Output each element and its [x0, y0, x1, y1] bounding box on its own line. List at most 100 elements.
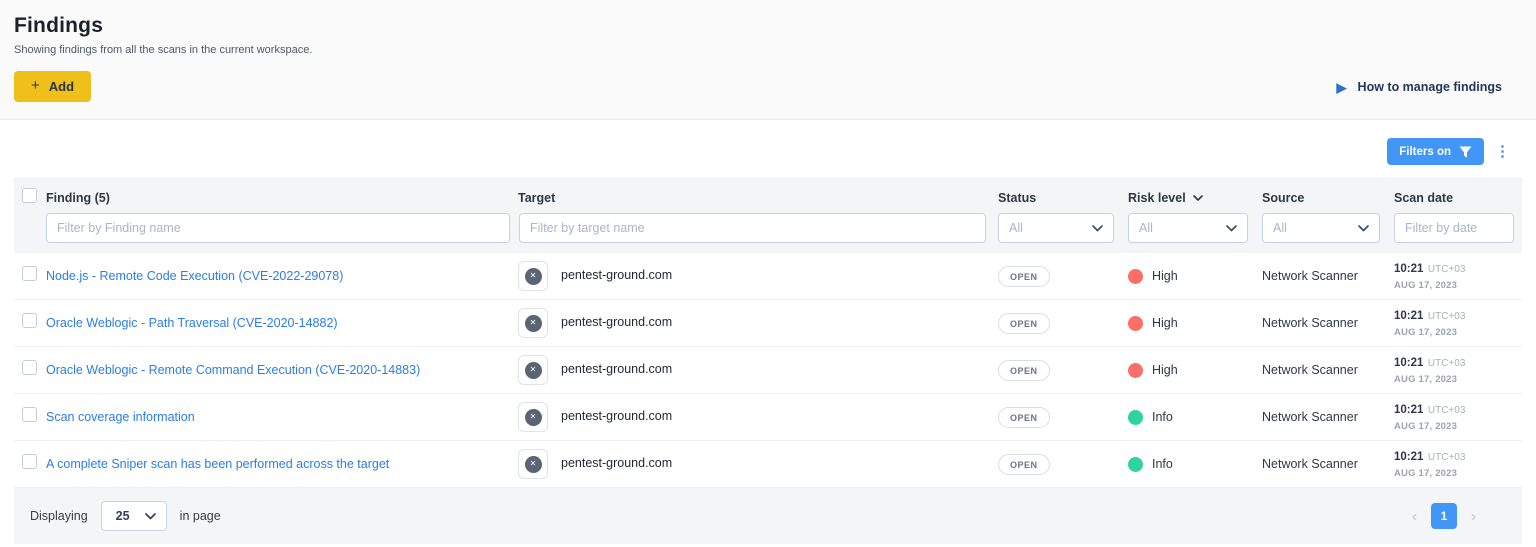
- filters-on-button[interactable]: Filters on: [1387, 138, 1484, 165]
- row-checkbox[interactable]: [22, 454, 37, 469]
- current-page-button[interactable]: 1: [1431, 503, 1457, 529]
- status-badge: OPEN: [998, 454, 1050, 475]
- scan-time: 10:21 UTC+03: [1394, 448, 1522, 465]
- findings-page: Findings Showing findings from all the s…: [0, 0, 1536, 547]
- scan-date: AUG 17, 2023: [1394, 325, 1522, 340]
- scan-date: AUG 17, 2023: [1394, 278, 1522, 293]
- column-header-finding: Finding (5): [46, 191, 110, 205]
- table-options-kebab-icon[interactable]: ⋮: [1491, 141, 1514, 163]
- source-filter-value: All: [1273, 221, 1287, 235]
- target-favicon-icon[interactable]: ✕: [518, 355, 548, 385]
- next-page-icon[interactable]: ›: [1471, 509, 1476, 524]
- target-name: pentest-ground.com: [561, 315, 672, 329]
- scan-date-filter-input[interactable]: [1394, 213, 1514, 243]
- add-button-label: Add: [49, 79, 74, 94]
- favicon-x-icon: ✕: [525, 456, 542, 473]
- target-filter-input[interactable]: [519, 213, 986, 243]
- favicon-x-icon: ✕: [525, 268, 542, 285]
- target-favicon-icon[interactable]: ✕: [518, 261, 548, 291]
- target-name: pentest-ground.com: [561, 409, 672, 423]
- source-filter-select[interactable]: All: [1262, 213, 1380, 243]
- column-header-source: Source: [1262, 191, 1304, 205]
- column-header-status: Status: [998, 191, 1036, 205]
- source-label: Network Scanner: [1262, 410, 1358, 424]
- help-link-label: How to manage findings: [1358, 80, 1502, 94]
- finding-link[interactable]: Oracle Weblogic - Remote Command Executi…: [46, 363, 420, 377]
- target-favicon-icon[interactable]: ✕: [518, 402, 548, 432]
- finding-link[interactable]: Oracle Weblogic - Path Traversal (CVE-20…: [46, 316, 338, 330]
- risk-level-dot: [1128, 457, 1143, 472]
- table-row: Scan coverage information ✕ pentest-grou…: [14, 394, 1522, 441]
- page-size-select[interactable]: 25: [101, 501, 167, 531]
- row-checkbox[interactable]: [22, 360, 37, 375]
- status-badge: OPEN: [998, 407, 1050, 428]
- select-all-checkbox[interactable]: [22, 188, 37, 203]
- in-page-label: in page: [180, 509, 221, 523]
- risk-level-dot: [1128, 316, 1143, 331]
- favicon-x-icon: ✕: [525, 409, 542, 426]
- status-filter-value: All: [1009, 221, 1023, 235]
- finding-filter-input[interactable]: [46, 213, 510, 243]
- chevron-down-icon: [1226, 225, 1237, 232]
- risk-level-label: High: [1152, 316, 1178, 330]
- table-toolbar: Filters on ⋮: [0, 120, 1536, 177]
- row-checkbox[interactable]: [22, 266, 37, 281]
- source-label: Network Scanner: [1262, 269, 1358, 283]
- filter-funnel-icon: [1459, 146, 1472, 158]
- source-label: Network Scanner: [1262, 363, 1358, 377]
- prev-page-icon[interactable]: ‹: [1412, 509, 1417, 524]
- scan-time: 10:21 UTC+03: [1394, 307, 1522, 324]
- scan-date: AUG 17, 2023: [1394, 372, 1522, 387]
- add-finding-button[interactable]: + Add: [14, 71, 91, 102]
- table-row: A complete Sniper scan has been performe…: [14, 441, 1522, 488]
- risk-level-dot: [1128, 363, 1143, 378]
- page-size-value: 25: [116, 509, 130, 523]
- risk-level-label: Info: [1152, 457, 1173, 471]
- favicon-x-icon: ✕: [525, 315, 542, 332]
- risk-level-label: Info: [1152, 410, 1173, 424]
- pagination: ‹ 1 ›: [1412, 503, 1506, 529]
- risk-level-filter-select[interactable]: All: [1128, 213, 1248, 243]
- table-row: Node.js - Remote Code Execution (CVE-202…: [14, 253, 1522, 300]
- risk-level-dot: [1128, 269, 1143, 284]
- status-filter-select[interactable]: All: [998, 213, 1114, 243]
- risk-filter-value: All: [1139, 221, 1153, 235]
- finding-link[interactable]: A complete Sniper scan has been performe…: [46, 457, 389, 471]
- displaying-label: Displaying: [30, 509, 88, 523]
- source-label: Network Scanner: [1262, 457, 1358, 471]
- chevron-down-icon: [1092, 225, 1103, 232]
- target-favicon-icon[interactable]: ✕: [518, 449, 548, 479]
- page-subtitle: Showing findings from all the scans in t…: [14, 44, 1502, 56]
- column-header-target: Target: [518, 191, 555, 205]
- page-header: Findings Showing findings from all the s…: [0, 0, 1536, 120]
- sort-chevron-down-icon: [1193, 195, 1203, 201]
- scan-date: AUG 17, 2023: [1394, 419, 1522, 434]
- filters-button-label: Filters on: [1399, 146, 1451, 158]
- findings-table: Finding (5) Target Status Risk level Sou…: [14, 177, 1522, 544]
- how-to-manage-findings-link[interactable]: ▶ How to manage findings: [1337, 80, 1502, 94]
- source-label: Network Scanner: [1262, 316, 1358, 330]
- table-header: Finding (5) Target Status Risk level Sou…: [14, 177, 1522, 253]
- table-body: Node.js - Remote Code Execution (CVE-202…: [14, 253, 1522, 488]
- finding-link[interactable]: Node.js - Remote Code Execution (CVE-202…: [46, 269, 343, 283]
- chevron-down-icon: [1358, 225, 1369, 232]
- target-favicon-icon[interactable]: ✕: [518, 308, 548, 338]
- column-header-risk-level-sort[interactable]: Risk level: [1128, 191, 1203, 205]
- risk-level-label: High: [1152, 363, 1178, 377]
- table-row: Oracle Weblogic - Path Traversal (CVE-20…: [14, 300, 1522, 347]
- row-checkbox[interactable]: [22, 313, 37, 328]
- column-header-scan-date: Scan date: [1394, 191, 1453, 205]
- scan-date: AUG 17, 2023: [1394, 466, 1522, 481]
- target-name: pentest-ground.com: [561, 456, 672, 470]
- target-name: pentest-ground.com: [561, 362, 672, 376]
- row-checkbox[interactable]: [22, 407, 37, 422]
- status-badge: OPEN: [998, 313, 1050, 334]
- risk-level-dot: [1128, 410, 1143, 425]
- status-badge: OPEN: [998, 360, 1050, 381]
- scan-time: 10:21 UTC+03: [1394, 354, 1522, 371]
- finding-link[interactable]: Scan coverage information: [46, 410, 195, 424]
- chevron-down-icon: [145, 513, 156, 520]
- risk-level-label: High: [1152, 269, 1178, 283]
- scan-time: 10:21 UTC+03: [1394, 401, 1522, 418]
- play-icon: ▶: [1337, 81, 1347, 94]
